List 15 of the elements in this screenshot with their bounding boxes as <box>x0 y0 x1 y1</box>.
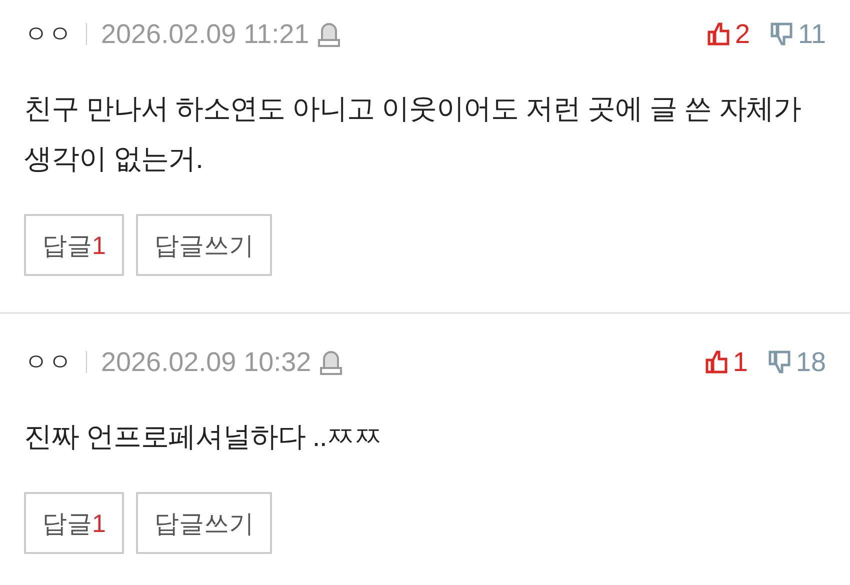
comment-text: 진짜 언프로페셔널하다 ..ㅉㅉ <box>24 420 383 454</box>
like-count: 2 <box>734 18 750 50</box>
write-reply-button[interactable]: 답글쓰기 <box>136 214 272 276</box>
thumbs-down-icon[interactable] <box>770 22 794 46</box>
dislike-count: 18 <box>796 346 826 378</box>
comment-date: 2026.02.09 10:32 <box>101 346 312 378</box>
comment-date: 2026.02.09 11:21 <box>101 18 310 50</box>
author-name: ㅇㅇ <box>24 20 72 50</box>
author-name: ㅇㅇ <box>24 348 72 378</box>
alarm-icon[interactable] <box>317 21 342 47</box>
thumbs-up-icon[interactable] <box>706 22 731 46</box>
like-count: 1 <box>732 346 748 378</box>
replies-button[interactable]: 답글1 <box>24 214 124 276</box>
dislike-count: 11 <box>798 18 826 50</box>
comment-text: 친구 만나서 하소연도 아니고 이웃이어도 저런 곳에 글 쓴 자체가 생각이 없는거. <box>24 92 802 176</box>
